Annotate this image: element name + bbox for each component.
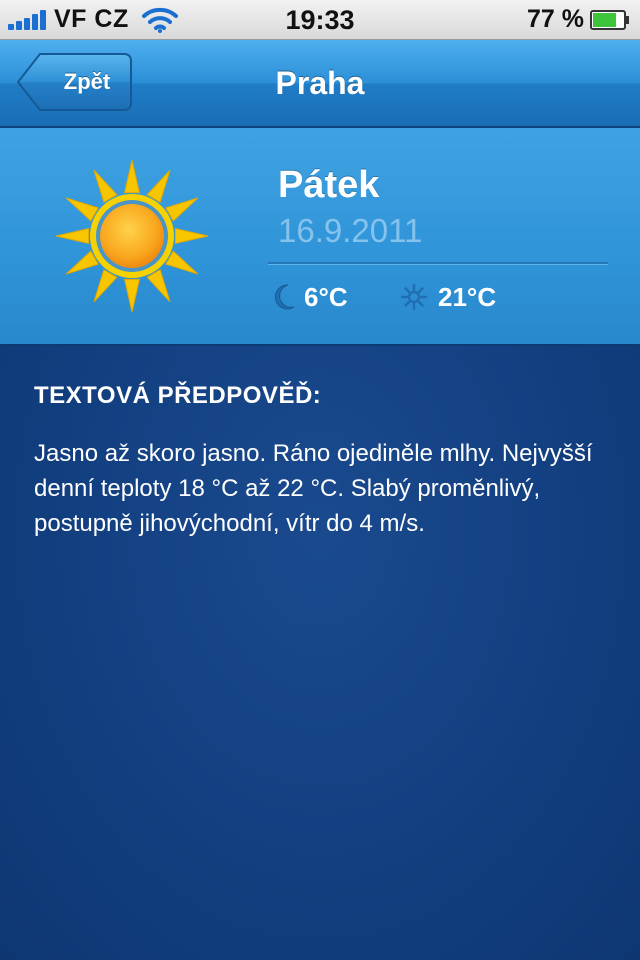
sun-ray xyxy=(65,250,99,275)
sun-ray xyxy=(146,269,171,303)
sun-ray xyxy=(123,159,141,194)
forecast-section: TEXTOVÁ PŘEDPOVĚĎ: Jasno až skoro jasno.… xyxy=(0,346,640,960)
battery-percentage: 77 % xyxy=(527,5,584,33)
navigation-bar: Zpět Praha xyxy=(0,40,640,128)
day-summary-panel: Pátek 16.9.2011 6°C 21°C xyxy=(0,128,640,346)
night-temperature: 6°C xyxy=(304,282,348,312)
sun-ray xyxy=(146,169,171,203)
day-date: 16.9.2011 xyxy=(278,212,423,249)
forecast-heading: TEXTOVÁ PŘEDPOVĚĎ: xyxy=(34,382,322,409)
sun-ray xyxy=(165,250,199,275)
sun-ray xyxy=(65,197,99,222)
divider xyxy=(268,262,608,265)
day-name: Pátek xyxy=(278,164,380,206)
page-title: Praha xyxy=(275,65,365,101)
sun-icon xyxy=(55,159,209,313)
sun-ray xyxy=(174,227,209,245)
battery-icon xyxy=(590,10,629,30)
forecast-text: Jasno až skoro jasno. Ráno ojediněle mlh… xyxy=(34,440,593,537)
sun-ray xyxy=(123,278,141,313)
sun-small-icon xyxy=(400,283,428,311)
status-bar: VF CZ 19:33 77 % xyxy=(0,0,640,40)
moon-icon xyxy=(274,284,295,310)
sun-ray xyxy=(55,227,90,245)
sun-ray xyxy=(165,197,199,222)
sun-ray xyxy=(93,169,118,203)
day-temperature: 21°C xyxy=(438,282,497,312)
sun-ray xyxy=(93,269,118,303)
